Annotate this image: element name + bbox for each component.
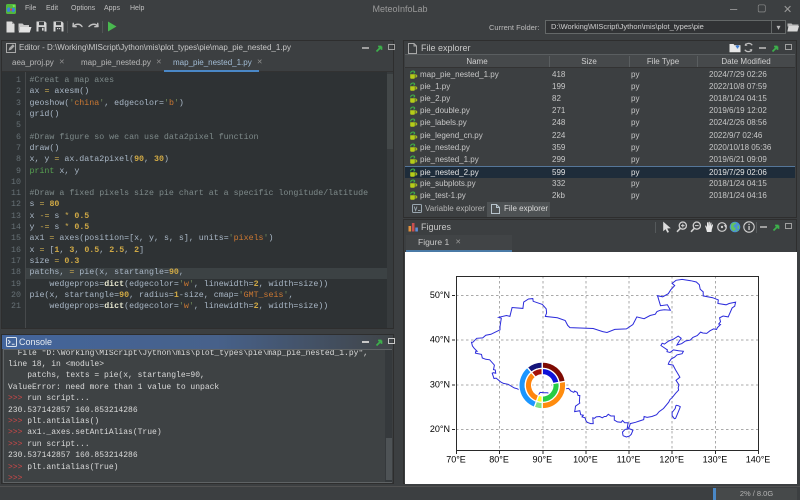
- svg-text:110°E: 110°E: [617, 455, 641, 465]
- svg-text:50°N: 50°N: [430, 290, 450, 300]
- svg-text:20°N: 20°N: [430, 424, 450, 434]
- svg-text:100°E: 100°E: [573, 455, 598, 465]
- svg-text:40°N: 40°N: [430, 335, 450, 345]
- svg-text:30°N: 30°N: [430, 379, 450, 389]
- svg-text:80°E: 80°E: [489, 455, 509, 465]
- svg-text:90°E: 90°E: [532, 455, 552, 465]
- svg-text:140°E: 140°E: [746, 455, 771, 465]
- svg-text:70°E: 70°E: [446, 455, 466, 465]
- svg-text:120°E: 120°E: [659, 455, 684, 465]
- svg-text:130°E: 130°E: [703, 455, 728, 465]
